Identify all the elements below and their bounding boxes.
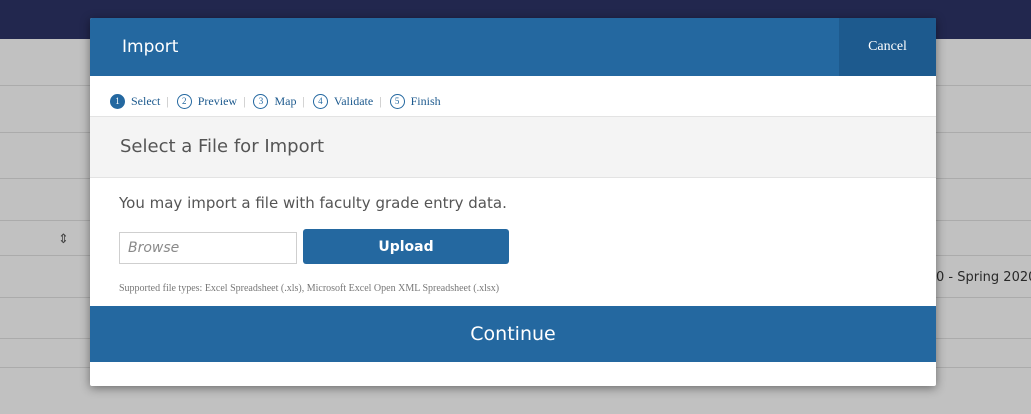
step-finish[interactable]: 5 Finish [389,93,441,109]
step-number: 1 [110,93,125,109]
continue-button[interactable]: Continue [90,306,936,362]
step-number: 5 [389,93,405,109]
step-label: Finish [410,93,441,108]
modal-title: Import [122,37,179,57]
step-map[interactable]: 3 Map [253,93,297,109]
upload-button[interactable]: Upload [303,229,509,264]
step-number: 4 [312,93,328,109]
step-separator: | [166,93,169,108]
step-number: 2 [176,93,192,109]
step-number: 3 [253,93,269,109]
step-separator: | [302,93,305,108]
step-validate[interactable]: 4 Validate [312,93,374,109]
step-select[interactable]: 1 Select [110,93,161,109]
intro-text: You may import a file with faculty grade… [119,194,507,212]
supported-file-types: Supported file types: Excel Spreadsheet … [119,283,500,294]
step-label: Validate [333,93,374,108]
step-label: Map [274,93,297,108]
cancel-button[interactable]: Cancel [839,18,936,76]
step-preview[interactable]: 2 Preview [176,93,238,109]
modal-header: Import Cancel [90,18,936,76]
import-modal: Import Cancel 1 Select | 2 Preview | 3 M… [90,18,936,386]
step-label: Select [131,93,161,108]
section-title: Select a File for Import [120,136,325,157]
wizard-steps: 1 Select | 2 Preview | 3 Map | 4 Validat… [110,92,441,110]
step-label: Preview [197,93,238,108]
browse-file-input[interactable] [119,232,297,264]
step-separator: | [243,93,246,108]
step-separator: | [379,93,382,108]
section-header: Select a File for Import [90,116,936,178]
